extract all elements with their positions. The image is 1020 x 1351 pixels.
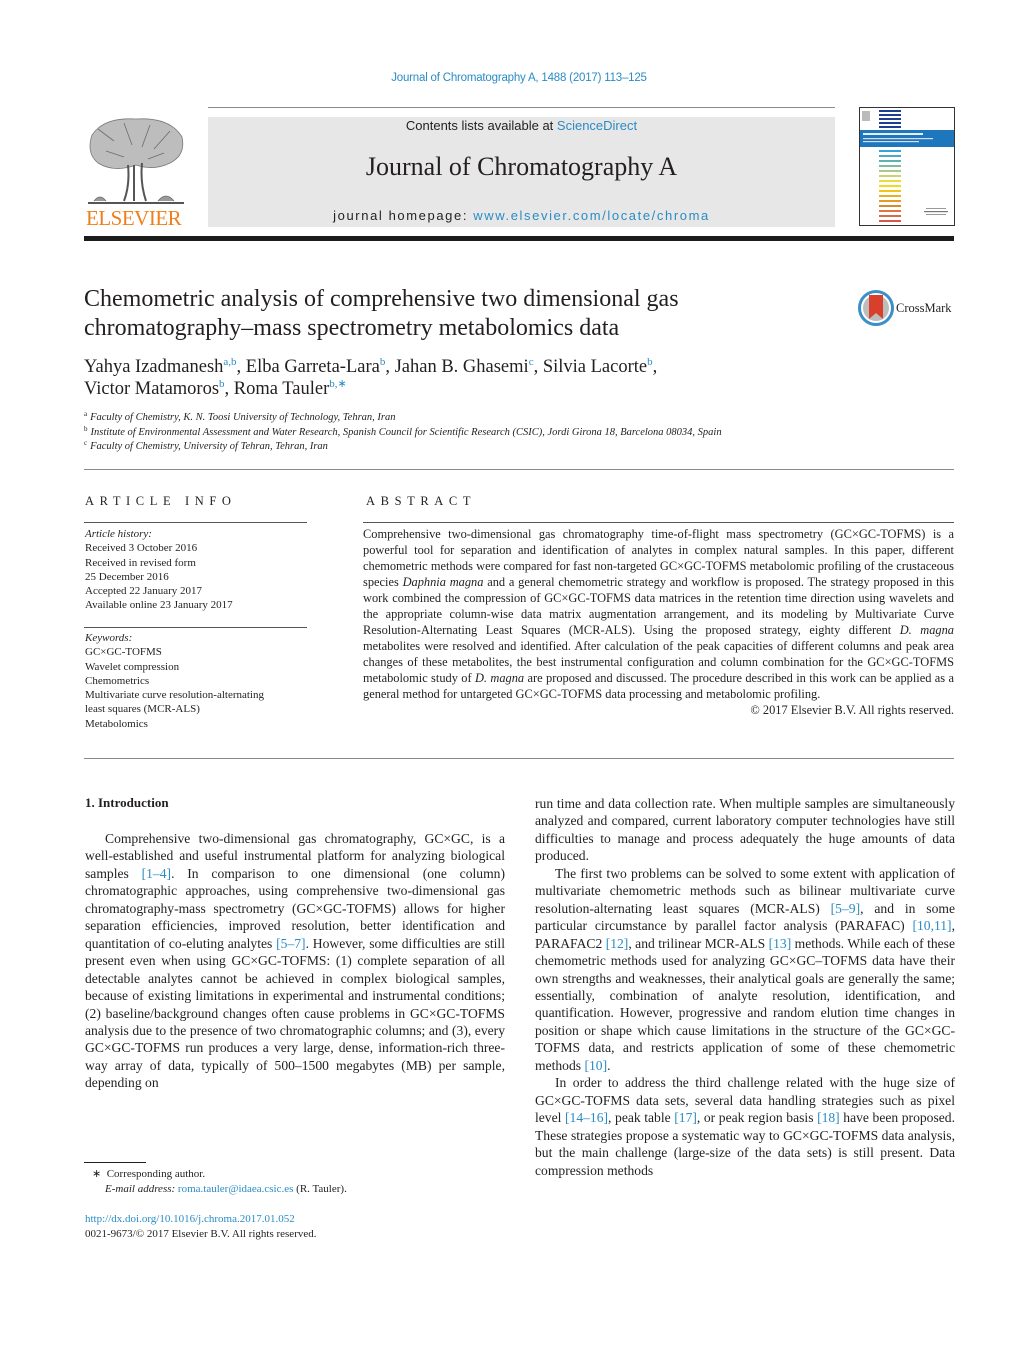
author-affiliation-ref[interactable]: a,b [223,356,236,368]
affiliation-rule [84,469,954,470]
keywords-label: Keywords: [85,632,133,644]
homepage-prefix: journal homepage: [333,208,474,223]
keywords-rule [84,627,307,628]
history-item: Received 3 October 2016 [85,542,198,555]
history-item: Received in revised form [85,556,196,569]
footnote-rule [84,1162,146,1163]
masthead-rule [84,236,954,241]
history-item: Available online 23 January 2017 [85,599,233,612]
history-item: Accepted 22 January 2017 [85,585,202,598]
abstract-copyright: © 2017 Elsevier B.V. All rights reserved… [750,703,954,717]
affiliation: a Faculty of Chemistry, K. N. Toosi Unive… [84,410,396,424]
author[interactable]: Victor Matamorosb [84,379,225,400]
abstract-rule [363,522,954,523]
affiliations: a Faculty of Chemistry, K. N. Toosi Unive… [84,411,964,455]
keyword: GC×GC-TOFMS [85,646,162,659]
journal-title: Journal of Chromatography A [365,152,678,181]
author[interactable]: Yahya Izadmanesha,b [84,356,237,378]
keyword: Metabolomics [85,717,148,730]
sciencedirect-link[interactable]: ScienceDirect [557,118,637,133]
keyword: Chemometrics [85,674,150,687]
title-line-2: chromatography–mass spectrometry metabol… [84,315,620,341]
doi-link[interactable]: http://dx.doi.org/10.1016/j.chroma.2017.… [85,1213,295,1225]
section-heading: 1. Introduction [85,795,169,810]
journal-cover-thumbnail[interactable] [859,107,955,226]
abstract-body: Comprehensive two-dimensional gas chroma… [363,527,955,717]
paragraph: run time and data collection rate. When … [535,796,955,864]
author[interactable]: Elba Garreta-Larab [246,357,386,378]
keywords: Keywords: GC×GC-TOFMS Wavelet compressio… [85,631,315,731]
article-info-heading: ARTICLE INFO [85,494,237,508]
citation-link[interactable]: [5–7] [276,936,305,951]
running-header[interactable]: Journal of Chromatography A, 1488 (2017)… [0,72,1020,84]
contents-line: Contents lists available at ScienceDirec… [208,118,835,133]
keyword: Wavelet compression [85,660,180,673]
author-list: Yahya Izadmanesha,b, Elba Garreta-Larab,… [84,356,658,400]
keyword: Multivariate curve resolution-alternatin… [85,689,264,702]
citation-link[interactable]: [10] [584,1058,607,1073]
affiliation: c Faculty of Chemistry, University of Teh… [84,439,328,453]
citation-link[interactable]: [12] [606,936,629,951]
paragraph: In order to address the third challenge … [535,1075,955,1178]
crossmark-label: CrossMark [896,301,952,315]
footnote-marker: ∗ [92,1168,102,1180]
doi-block: http://dx.doi.org/10.1016/j.chroma.2017.… [85,1212,317,1241]
keyword: least squares (MCR-ALS) [85,703,200,716]
body-column-left: Comprehensive two-dimensional gas chroma… [85,830,505,1092]
citation-link[interactable]: [10,11] [912,918,951,933]
paragraph: Comprehensive two-dimensional gas chroma… [85,831,505,1091]
contents-prefix: Contents lists available at [405,118,557,133]
paragraph: The first two problems can be solved to … [535,865,955,1073]
citation-link[interactable]: [1–4] [142,866,171,881]
header-rule [208,107,835,108]
crossmark-icon [858,290,894,326]
author[interactable]: Jahan B. Ghasemic [395,357,534,378]
history-label: Article history: [85,528,152,540]
citation-link[interactable]: [13] [769,936,792,951]
body-column-right: run time and data collection rate. When … [535,795,955,1179]
email-link[interactable]: roma.tauler@idaea.csic.es [178,1183,294,1195]
article-history: Article history: Received 3 October 2016… [85,527,315,613]
body-rule [84,758,954,759]
issn-copyright: 0021-9673/© 2017 Elsevier B.V. All right… [85,1227,317,1240]
crossmark-button[interactable]: CrossMark [858,290,958,330]
abstract-heading: ABSTRACT [366,494,477,508]
history-item: 25 December 2016 [85,570,169,583]
author[interactable]: Silvia Lacorteb [543,357,653,378]
citation-link[interactable]: [5–9] [831,901,860,916]
citation-link[interactable]: [18] [817,1110,840,1125]
publisher-wordmark: ELSEVIER [86,206,182,230]
journal-cover-icon [860,110,954,222]
author[interactable]: Roma Taulerb,∗ [234,378,347,400]
corresponding-author-footnote: ∗ Corresponding author. E-mail address: … [92,1168,347,1195]
citation-link[interactable]: [17] [674,1110,697,1125]
affiliation: b Institute of Environmental Assessment a… [84,424,722,438]
citation-link[interactable]: [14–16] [565,1110,608,1125]
article-info-rule [84,522,307,523]
homepage-link[interactable]: www.elsevier.com/locate/chroma [473,208,710,223]
title-line-1: Chemometric analysis of comprehensive tw… [84,286,679,312]
journal-masthead: Contents lists available at ScienceDirec… [208,117,835,227]
homepage-line: journal homepage: www.elsevier.com/locat… [208,208,835,223]
author-affiliation-ref[interactable]: b,∗ [329,378,346,390]
article-title: Chemometric analysis of comprehensive tw… [84,285,804,343]
